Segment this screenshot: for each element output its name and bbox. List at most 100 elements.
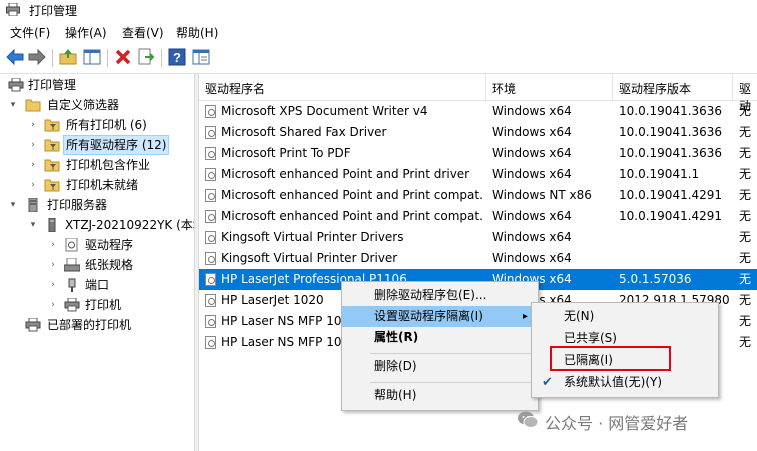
cell-driver-version: 10.0.19041.1 — [619, 167, 700, 181]
table-row[interactable]: Kingsoft Virtual Printer Driver Windows x… — [199, 248, 757, 269]
submenu-arrow-icon: ▸ — [522, 311, 528, 322]
menu-view[interactable]: 查看(V) — [122, 24, 164, 41]
collapse-arrow-icon[interactable]: ▾ — [28, 215, 38, 235]
menu-help[interactable]: 帮助(H) — [176, 24, 218, 41]
collapse-arrow-icon[interactable]: ▾ — [8, 195, 18, 215]
help-icon[interactable]: ? — [167, 47, 187, 67]
view-icon[interactable] — [191, 47, 211, 67]
menu-item-help[interactable]: 帮助(H) — [342, 385, 538, 406]
cell-driver-name: Microsoft enhanced Point and Print drive… — [221, 167, 470, 181]
tree-item-label: 端口 — [85, 278, 110, 292]
cell-driver-isolation: 无 — [739, 230, 752, 244]
driver-icon — [205, 336, 216, 349]
window-title: 打印管理 — [29, 4, 78, 18]
expand-arrow-icon[interactable]: › — [28, 155, 38, 175]
computer-icon — [44, 217, 60, 233]
menu-item-properties[interactable]: 属性(R) — [342, 327, 538, 348]
menu-item-delete[interactable]: 删除(D) — [342, 356, 538, 377]
column-header-driver-version[interactable]: 驱动程序版本 — [619, 80, 691, 97]
folder-icon — [25, 98, 41, 112]
forward-icon[interactable] — [27, 47, 47, 67]
expand-arrow-icon[interactable]: › — [48, 275, 58, 295]
tree-item-label: 所有驱动程序 (12) — [63, 135, 170, 155]
expand-arrow-icon[interactable]: › — [48, 295, 58, 315]
cell-driver-isolation: 无 — [739, 209, 752, 223]
wechat-icon — [518, 411, 539, 428]
driver-icon — [205, 231, 216, 244]
tree-item-label: 打印机未就绪 — [66, 178, 139, 192]
menu-separator — [370, 382, 534, 383]
column-header-environment[interactable]: 环境 — [492, 80, 516, 97]
table-row[interactable]: Microsoft enhanced Point and Print compa… — [199, 206, 757, 227]
submenu-item-none[interactable]: 无(N) — [532, 306, 718, 327]
navigation-tree: 打印管理 ▾ 自定义筛选器 › 所有打印机 (6) › 所有驱动程序 (12) … — [0, 74, 194, 451]
collapse-arrow-icon[interactable]: ▾ — [8, 95, 18, 115]
cell-driver-isolation: 无 — [739, 125, 752, 139]
driver-icon — [205, 168, 216, 181]
table-row[interactable]: Microsoft enhanced Point and Print drive… — [199, 164, 757, 185]
menu-bar: 文件(F) 操作(A) 查看(V) 帮助(H) — [0, 22, 757, 42]
cell-driver-name: Microsoft Shared Fax Driver — [221, 125, 387, 139]
expand-arrow-icon[interactable]: › — [48, 235, 58, 255]
menu-item-set-driver-isolation[interactable]: 设置驱动程序隔离(I) ▸ — [342, 306, 538, 327]
checkmark-icon: ✔ — [542, 375, 553, 390]
cell-environment: Windows x64 — [492, 146, 572, 160]
printer-icon — [64, 297, 80, 312]
filter-folder-icon — [44, 158, 60, 172]
toolbar: ? — [0, 43, 757, 74]
driver-icon — [205, 126, 216, 139]
driver-icon — [205, 294, 216, 307]
tree-item-label: 驱动程序 — [85, 238, 134, 252]
cell-driver-isolation: 无 — [739, 314, 752, 328]
submenu-item-system-default[interactable]: ✔ 系统默认值(无)(Y) — [532, 372, 718, 393]
cell-driver-name: Kingsoft Virtual Printer Drivers — [221, 230, 404, 244]
back-icon[interactable] — [5, 47, 25, 67]
deployed-printer-icon — [25, 317, 41, 332]
cell-driver-name: Microsoft enhanced Point and Print compa… — [221, 209, 483, 223]
cell-driver-version: 10.0.19041.3636 — [619, 104, 723, 118]
table-row[interactable]: Kingsoft Virtual Printer Drivers Windows … — [199, 227, 757, 248]
cell-driver-version: 10.0.19041.3636 — [619, 146, 723, 160]
expand-arrow-icon[interactable]: › — [28, 135, 38, 155]
delete-icon[interactable] — [113, 47, 133, 67]
export-icon[interactable] — [136, 47, 156, 67]
table-row[interactable]: Microsoft Shared Fax Driver Windows x64 10… — [199, 122, 757, 143]
annotation-highlight-box — [550, 346, 671, 371]
menu-file[interactable]: 文件(F) — [10, 24, 50, 41]
driver-icon — [205, 315, 216, 328]
table-row[interactable]: Microsoft XPS Document Writer v4 Windows … — [199, 101, 757, 122]
forms-icon — [63, 257, 81, 272]
table-row[interactable]: Microsoft enhanced Point and Print compa… — [199, 185, 757, 206]
driver-icon — [205, 105, 216, 118]
expand-arrow-icon[interactable]: › — [48, 255, 58, 275]
expand-arrow-icon[interactable]: › — [28, 115, 38, 135]
cell-driver-name: Microsoft Print To PDF — [221, 146, 351, 160]
cell-driver-name: Microsoft XPS Document Writer v4 — [221, 104, 428, 118]
print-management-icon — [8, 77, 24, 92]
watermark: 公众号 · 网管爱好者 — [517, 408, 737, 433]
cell-driver-isolation: 无 — [739, 104, 752, 118]
tree-item-label: 打印机 — [85, 298, 122, 312]
column-header-driver-name[interactable]: 驱动程序名 — [205, 80, 265, 97]
driver-icon — [64, 237, 80, 252]
cell-driver-name: Microsoft enhanced Point and Print compa… — [221, 188, 483, 202]
tree-item-label: 打印机包含作业 — [66, 158, 151, 172]
cell-driver-version: 5.0.1.57036 — [619, 272, 692, 286]
show-hide-tree-icon[interactable] — [82, 47, 102, 67]
cell-driver-isolation: 无 — [739, 188, 752, 202]
print-management-icon — [6, 3, 20, 16]
cell-driver-version: 10.0.19041.4291 — [619, 188, 723, 202]
cell-driver-version: 10.0.19041.3636 — [619, 125, 723, 139]
svg-text:?: ? — [173, 50, 181, 65]
table-row[interactable]: Microsoft Print To PDF Windows x64 10.0.19… — [199, 143, 757, 164]
cell-driver-isolation: 无 — [739, 167, 752, 181]
server-icon — [25, 197, 41, 213]
expand-arrow-icon[interactable]: › — [28, 175, 38, 195]
cell-driver-isolation: 无 — [739, 251, 752, 265]
up-icon[interactable] — [58, 47, 78, 67]
cell-driver-isolation: 无 — [739, 272, 752, 286]
menu-item-delete-driver-package[interactable]: 删除驱动程序包(E)... — [342, 285, 538, 306]
menu-action[interactable]: 操作(A) — [65, 24, 107, 41]
title-bar: 打印管理 — [0, 0, 757, 20]
menu-separator — [370, 353, 534, 354]
